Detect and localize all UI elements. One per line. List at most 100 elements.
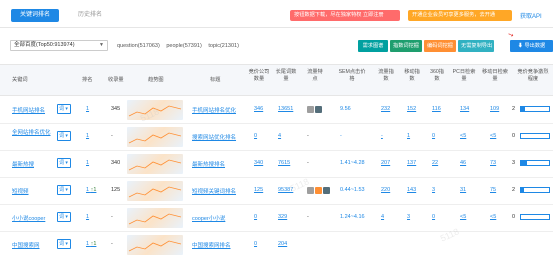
keyword-dropdown[interactable]: 词 ▾ xyxy=(57,158,71,168)
mobile-daily[interactable]: 75 xyxy=(490,187,496,193)
360-index[interactable]: 116 xyxy=(432,106,441,112)
long-tail-count[interactable]: 4 xyxy=(278,133,281,139)
scope-select-value: 全部百度(Top50:913974) xyxy=(14,42,75,48)
title-link[interactable]: 中国搜索网排名 xyxy=(192,241,231,249)
promo-banner-enterprise[interactable]: 开通企业会员可享更多服务，去开通 xyxy=(408,10,512,21)
mobile-daily[interactable]: 109 xyxy=(490,106,499,112)
keyword-link[interactable]: 最新热搜 xyxy=(12,160,34,168)
pc-daily[interactable]: 31 xyxy=(460,187,466,193)
index-mining-button[interactable]: 指数词挖掘 xyxy=(390,40,422,52)
mobile-index[interactable]: 3 xyxy=(407,214,410,220)
long-tail-count[interactable]: 329 xyxy=(278,214,287,220)
chevron-down-icon: ▼ xyxy=(99,42,104,48)
keyword-link[interactable]: 手机网站排名 xyxy=(12,106,45,114)
trend-line xyxy=(128,240,182,252)
360-index[interactable]: 3 xyxy=(432,187,435,193)
sem-price: 0.44~1.53 xyxy=(340,187,365,193)
long-tail-count[interactable]: 7615 xyxy=(278,160,290,166)
keyword-dropdown[interactable]: 词 ▾ xyxy=(57,131,71,141)
trend-chart[interactable] xyxy=(127,208,183,228)
flow-index[interactable]: 220 xyxy=(381,187,390,193)
trend-chart[interactable] xyxy=(127,235,183,255)
long-tail-count[interactable]: 13651 xyxy=(278,106,293,112)
pc-daily[interactable]: 46 xyxy=(460,160,466,166)
pc-daily[interactable]: <5 xyxy=(460,133,466,139)
export-no-copy-button[interactable]: 无需复制导出 xyxy=(458,40,494,52)
competition-value: 2 xyxy=(512,106,516,112)
title-link[interactable]: 搜索网站优化排名 xyxy=(192,133,236,141)
rank-number: 1 xyxy=(86,106,90,112)
mobile-index[interactable]: 1 xyxy=(407,133,410,139)
trend-chart[interactable] xyxy=(127,181,183,201)
export-data-button[interactable]: ⬇ 导出数据 xyxy=(510,40,553,52)
keyword-dropdown[interactable]: 词 ▾ xyxy=(57,212,71,222)
keyword-link[interactable]: 短视频 xyxy=(12,187,29,195)
mobile-index[interactable]: 152 xyxy=(407,106,416,112)
th-pc-daily: PC日检索量 xyxy=(452,69,476,82)
promo-banner-download[interactable]: 按钮数据下载，尽在独家特权 立即注册 xyxy=(290,10,400,21)
tab-keyword-rank[interactable]: 关键词排名 xyxy=(11,9,59,22)
trend-chart[interactable] xyxy=(127,154,183,174)
long-tail-count[interactable]: 204 xyxy=(278,241,287,247)
count-question[interactable]: question(517063) xyxy=(117,43,160,49)
index-value: 125 xyxy=(111,187,121,193)
bid-count[interactable]: 0 xyxy=(254,133,257,139)
rank-value[interactable]: 1 xyxy=(86,106,89,112)
keyword-dropdown[interactable]: 词 ▾ xyxy=(57,185,71,195)
trend-line xyxy=(128,213,182,225)
keyword-link[interactable]: 中国搜索网 xyxy=(12,241,40,249)
count-people[interactable]: people(57391) xyxy=(166,43,201,49)
title-link[interactable]: cooper小小说 xyxy=(192,214,225,222)
pc-daily[interactable]: 134 xyxy=(460,106,469,112)
keyword-dropdown[interactable]: 词 ▾ xyxy=(57,239,71,249)
competition-bar xyxy=(520,133,550,139)
rank-value[interactable]: 1 xyxy=(86,160,89,166)
mobile-daily[interactable]: 73 xyxy=(490,160,496,166)
count-topic[interactable]: topic(21301) xyxy=(208,43,239,49)
index-value: 340 xyxy=(111,160,121,166)
mobile-daily[interactable]: <5 xyxy=(490,133,496,139)
sem-price: 9.56 xyxy=(340,106,351,112)
get-api-link[interactable]: 获取API xyxy=(520,11,542,20)
flow-index[interactable]: 207 xyxy=(381,160,390,166)
keyword-link[interactable]: 全网站排名优化 xyxy=(12,129,52,137)
scope-select[interactable]: 全部百度(Top50:913974) ▼ xyxy=(10,40,108,51)
bid-count[interactable]: 346 xyxy=(254,106,263,112)
keyword-dropdown[interactable]: 词 ▾ xyxy=(57,104,71,114)
title-link[interactable]: 短视频关键词排名 xyxy=(192,187,236,195)
bid-count[interactable]: 125 xyxy=(254,187,263,193)
filter-bar: 全部百度(Top50:913974) ▼ question(517063) pe… xyxy=(0,29,553,59)
code-mining-button[interactable]: 编码词挖掘 xyxy=(424,40,456,52)
tab-history-rank[interactable]: 历史排名 xyxy=(66,9,114,22)
rank-value[interactable]: 1 xyxy=(86,133,89,139)
flow-feature xyxy=(307,187,331,196)
mobile-daily[interactable]: <5 xyxy=(490,214,496,220)
mobile-index[interactable]: 143 xyxy=(407,187,416,193)
type-counts: question(517063) people(57391) topic(213… xyxy=(117,43,244,49)
feature-badge xyxy=(315,106,322,113)
sem-price: - xyxy=(340,133,342,139)
rank-value[interactable]: 1 xyxy=(86,214,89,220)
flow-index[interactable]: 4 xyxy=(381,214,384,220)
keyword-link[interactable]: 小小说cooper xyxy=(12,214,45,222)
demand-graph-button[interactable]: 需求图谱 xyxy=(358,40,388,52)
title-link[interactable]: 手机网站排名优化 xyxy=(192,106,236,114)
bid-count[interactable]: 0 xyxy=(254,241,257,247)
pc-daily[interactable]: <5 xyxy=(460,214,466,220)
competition-value: 2 xyxy=(512,187,516,193)
rank-value[interactable]: 1 ↑1 xyxy=(86,241,96,247)
trend-line xyxy=(128,186,182,198)
trend-chart[interactable] xyxy=(127,127,183,147)
export-data-label: 导出数据 xyxy=(524,43,546,49)
flow-index[interactable]: - xyxy=(381,133,383,139)
360-index[interactable]: 0 xyxy=(432,214,435,220)
bid-count[interactable]: 0 xyxy=(254,214,257,220)
mobile-index[interactable]: 137 xyxy=(407,160,416,166)
bid-count[interactable]: 340 xyxy=(254,160,263,166)
360-index[interactable]: 22 xyxy=(432,160,438,166)
table-header: 关键词 排名 收录量 趋势图 标题 竞价公司数量 长尾词数量 流量特点 SEM点… xyxy=(0,64,553,96)
title-link[interactable]: 最新热搜排名 xyxy=(192,160,225,168)
rank-value[interactable]: 1 ↑1 xyxy=(86,187,96,193)
360-index[interactable]: 0 xyxy=(432,133,435,139)
flow-index[interactable]: 232 xyxy=(381,106,390,112)
